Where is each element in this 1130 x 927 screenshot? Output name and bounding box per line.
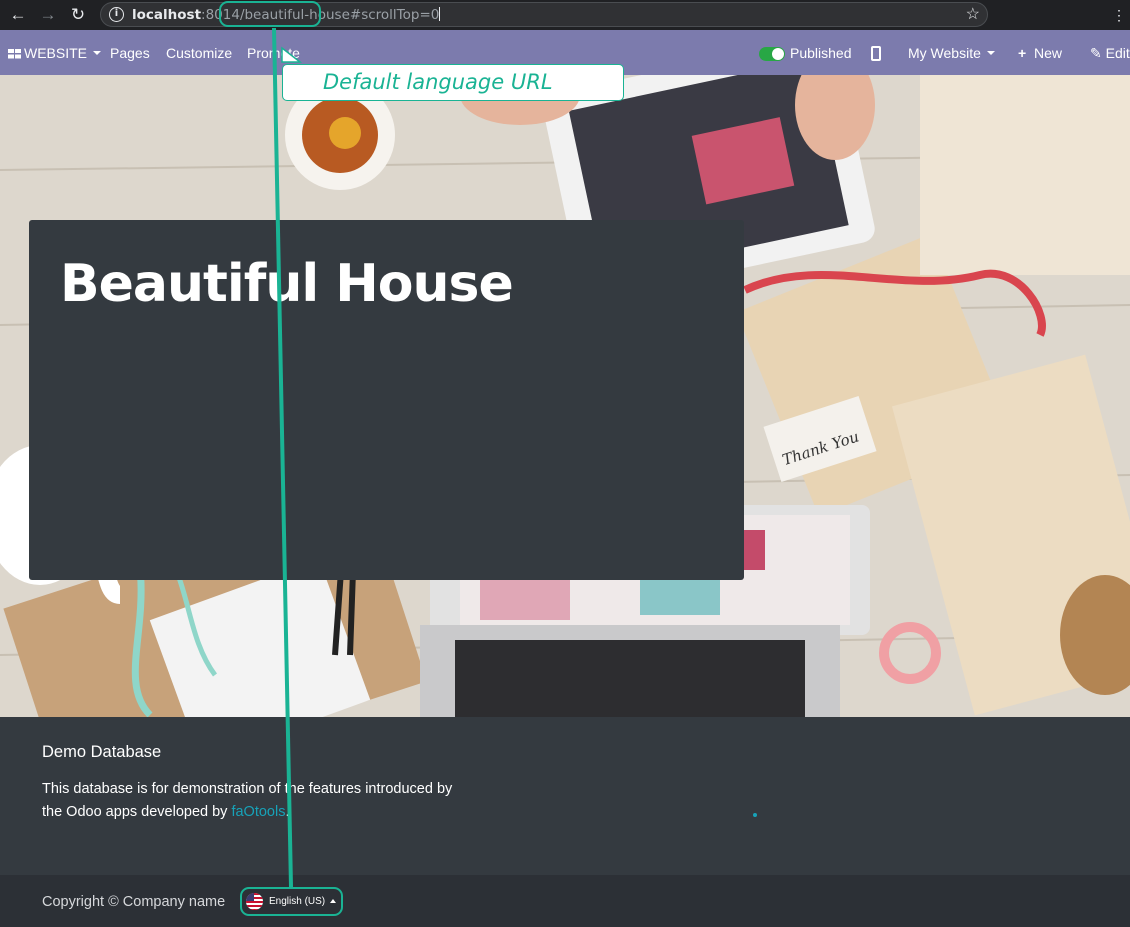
website-menu-label: WEBSITE bbox=[24, 45, 88, 61]
caret-down-icon bbox=[93, 51, 102, 55]
faotools-link[interactable]: faOtools bbox=[231, 804, 285, 820]
page-title: Beautiful House bbox=[60, 254, 514, 314]
star-icon[interactable]: ☆ bbox=[966, 4, 980, 24]
text-cursor bbox=[439, 7, 441, 21]
customize-menu[interactable]: Customize bbox=[166, 45, 232, 61]
published-label[interactable]: Published bbox=[790, 45, 852, 61]
promote-menu[interactable]: Promote bbox=[247, 45, 300, 61]
my-website-label: My Website bbox=[908, 45, 981, 61]
new-label: New bbox=[1033, 45, 1062, 61]
copyright-bar: Copyright © Company name English (US) bbox=[0, 875, 1130, 927]
footer-description: This database is for demonstration of th… bbox=[42, 778, 472, 824]
footer-text-end: . bbox=[285, 804, 290, 820]
hero-text-panel: Beautiful House bbox=[29, 220, 744, 580]
footer-title: Demo Database bbox=[42, 743, 162, 761]
decorative-dot bbox=[753, 813, 757, 817]
callout-text: Default language URL bbox=[323, 70, 553, 94]
browser-toolbar: ← → ↻ i localhost:8014/beautiful-house#s… bbox=[0, 0, 1130, 30]
info-icon[interactable]: i bbox=[109, 7, 124, 22]
apps-grid-icon bbox=[8, 49, 21, 59]
mobile-preview-icon[interactable] bbox=[871, 46, 881, 61]
url-host: localhost bbox=[132, 7, 202, 23]
website-menu[interactable]: WEBSITE bbox=[8, 45, 102, 61]
copyright-text: Copyright © Company name bbox=[42, 894, 226, 910]
published-toggle[interactable] bbox=[759, 47, 785, 61]
pages-menu[interactable]: Pages bbox=[110, 45, 150, 61]
edit-label: Edit bbox=[1105, 45, 1130, 61]
new-button[interactable]: + New bbox=[1018, 45, 1062, 61]
back-arrow-icon[interactable]: ← bbox=[6, 3, 30, 27]
footer: Demo Database This database is for demon… bbox=[0, 717, 1130, 875]
page: ← → ↻ i localhost:8014/beautiful-house#s… bbox=[0, 0, 1130, 927]
edit-button[interactable]: ✎ Edit bbox=[1090, 45, 1130, 62]
url-highlight bbox=[219, 1, 321, 27]
my-website-menu[interactable]: My Website bbox=[908, 45, 995, 61]
language-highlight bbox=[240, 887, 343, 916]
annotation-callout: Default language URL bbox=[282, 64, 624, 101]
reload-icon[interactable]: ↻ bbox=[66, 3, 90, 27]
pencil-icon: ✎ bbox=[1090, 45, 1102, 61]
plus-icon: + bbox=[1018, 45, 1027, 61]
caret-down-icon bbox=[986, 51, 995, 55]
hero-section: Thank You Beautiful House bbox=[0, 75, 1130, 717]
forward-arrow-icon[interactable]: → bbox=[36, 3, 60, 27]
browser-menu-icon[interactable]: ⋮ bbox=[1112, 3, 1126, 27]
url-fragment: #scrollTop=0 bbox=[349, 7, 440, 23]
